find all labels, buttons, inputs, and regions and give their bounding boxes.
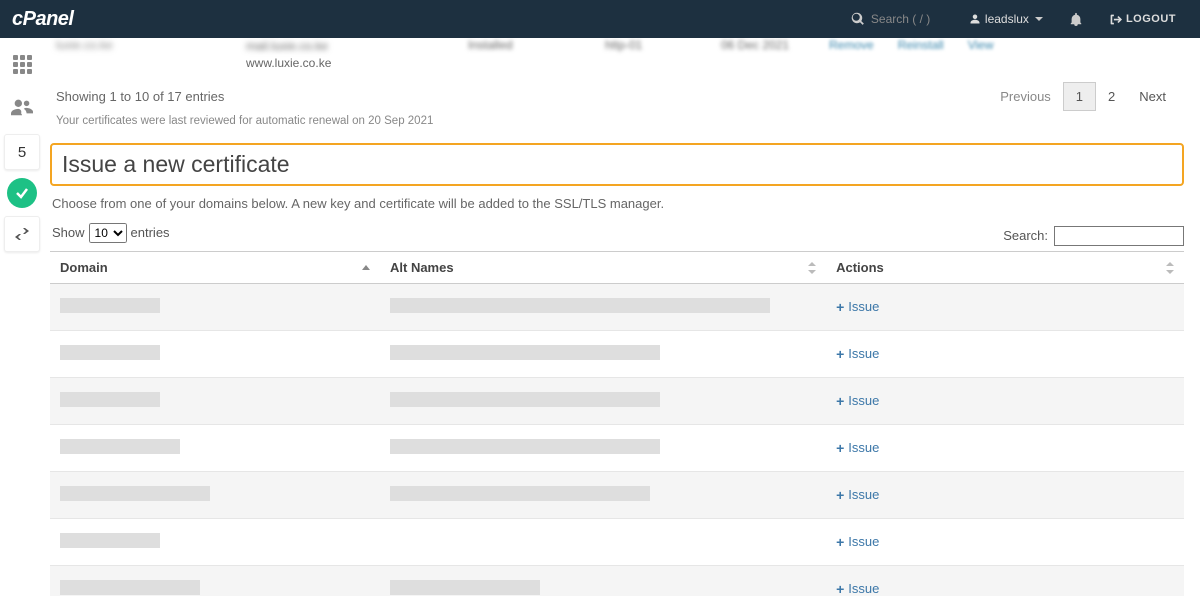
redacted-alt: [390, 298, 770, 313]
users-icon: [11, 98, 33, 119]
issue-button[interactable]: +Issue: [836, 581, 879, 596]
user-menu[interactable]: leadslux: [957, 0, 1055, 38]
cert-view-link[interactable]: View: [968, 38, 994, 52]
issue-table: Domain Alt Names Actions +Issue +Issue +…: [50, 251, 1184, 596]
section-title-issue-cert: Issue a new certificate: [50, 143, 1184, 186]
cpanel-logo[interactable]: cPanel: [12, 8, 73, 31]
header-search-input[interactable]: [865, 8, 945, 30]
sidebar-users[interactable]: [4, 90, 40, 126]
redacted-alt: [390, 392, 660, 407]
table-row: +Issue: [50, 330, 1184, 377]
cert-status: Installed: [468, 38, 605, 52]
swap-icon: [14, 228, 30, 240]
pagination-next[interactable]: Next: [1127, 83, 1178, 110]
grid-icon: [13, 55, 32, 74]
sidebar-status-ok[interactable]: [7, 178, 37, 208]
review-note: Your certificates were last reviewed for…: [50, 113, 1184, 137]
plus-icon: +: [836, 393, 844, 409]
bell-icon: [1069, 12, 1083, 26]
redacted-domain: [60, 580, 200, 595]
entries-select[interactable]: 10: [89, 223, 127, 243]
cert-reinstall-link[interactable]: Reinstall: [898, 38, 944, 52]
redacted-domain: [60, 298, 160, 313]
table-row: +Issue: [50, 471, 1184, 518]
plus-icon: +: [836, 440, 844, 456]
section-desc: Choose from one of your domains below. A…: [50, 192, 1184, 221]
cert-expires: 06 Dec 2021: [721, 38, 829, 52]
certificate-row: luxie.co.ke mail.luxie.co.ke www.luxie.c…: [50, 38, 1184, 72]
cert-method: http-01: [605, 38, 721, 52]
table-row: +Issue: [50, 565, 1184, 596]
table-row: +Issue: [50, 518, 1184, 565]
cert-remove-link[interactable]: Remove: [829, 38, 874, 52]
issue-button[interactable]: +Issue: [836, 393, 879, 409]
show-label: Show: [52, 225, 85, 240]
pagination-page-1[interactable]: 1: [1063, 82, 1096, 111]
redacted-alt: [390, 439, 660, 454]
pagination-page-2[interactable]: 2: [1096, 83, 1127, 110]
caret-down-icon: [1035, 17, 1043, 21]
table-row: +Issue: [50, 283, 1184, 330]
issue-button[interactable]: +Issue: [836, 487, 879, 503]
plus-icon: +: [836, 346, 844, 362]
redacted-alt: [390, 486, 650, 501]
issue-button[interactable]: +Issue: [836, 534, 879, 550]
col-alt-names[interactable]: Alt Names: [380, 251, 826, 283]
logout-icon: [1109, 13, 1122, 26]
issue-button[interactable]: +Issue: [836, 299, 879, 315]
logout-label: LOGOUT: [1126, 13, 1176, 25]
sidebar-swap[interactable]: [4, 216, 40, 252]
search-label: Search:: [1003, 228, 1048, 243]
redacted-domain: [60, 486, 210, 501]
col-actions[interactable]: Actions: [826, 251, 1184, 283]
cert-domain: luxie.co.ke: [56, 38, 246, 52]
plus-icon: +: [836, 487, 844, 503]
plus-icon: +: [836, 581, 844, 596]
col-domain[interactable]: Domain: [50, 251, 380, 283]
pagination: Previous 1 2 Next: [988, 82, 1178, 111]
cert-altnames: mail.luxie.co.ke www.luxie.co.ke: [246, 38, 468, 72]
plus-icon: +: [836, 299, 844, 315]
sidebar-badge-count[interactable]: 5: [4, 134, 40, 170]
redacted-domain: [60, 533, 160, 548]
showing-entries-text: Showing 1 to 10 of 17 entries: [56, 89, 988, 104]
check-icon: [14, 185, 30, 201]
redacted-alt: [390, 345, 660, 360]
username: leadslux: [985, 12, 1029, 26]
entries-label: entries: [131, 225, 170, 240]
table-row: +Issue: [50, 377, 1184, 424]
user-icon: [969, 13, 981, 25]
redacted-domain: [60, 345, 160, 360]
plus-icon: +: [836, 534, 844, 550]
show-entries-control: Show 10 entries: [50, 221, 176, 251]
notifications-button[interactable]: [1055, 0, 1097, 38]
header-search[interactable]: [851, 8, 945, 30]
search-input[interactable]: [1054, 226, 1184, 246]
issue-button[interactable]: +Issue: [836, 346, 879, 362]
sidebar-apps[interactable]: [4, 46, 40, 82]
issue-button[interactable]: +Issue: [836, 440, 879, 456]
redacted-domain: [60, 439, 180, 454]
search-icon: [851, 12, 865, 26]
pagination-previous: Previous: [988, 83, 1063, 110]
logout-button[interactable]: LOGOUT: [1097, 0, 1188, 38]
table-row: +Issue: [50, 424, 1184, 471]
redacted-alt: [390, 580, 540, 595]
redacted-domain: [60, 392, 160, 407]
